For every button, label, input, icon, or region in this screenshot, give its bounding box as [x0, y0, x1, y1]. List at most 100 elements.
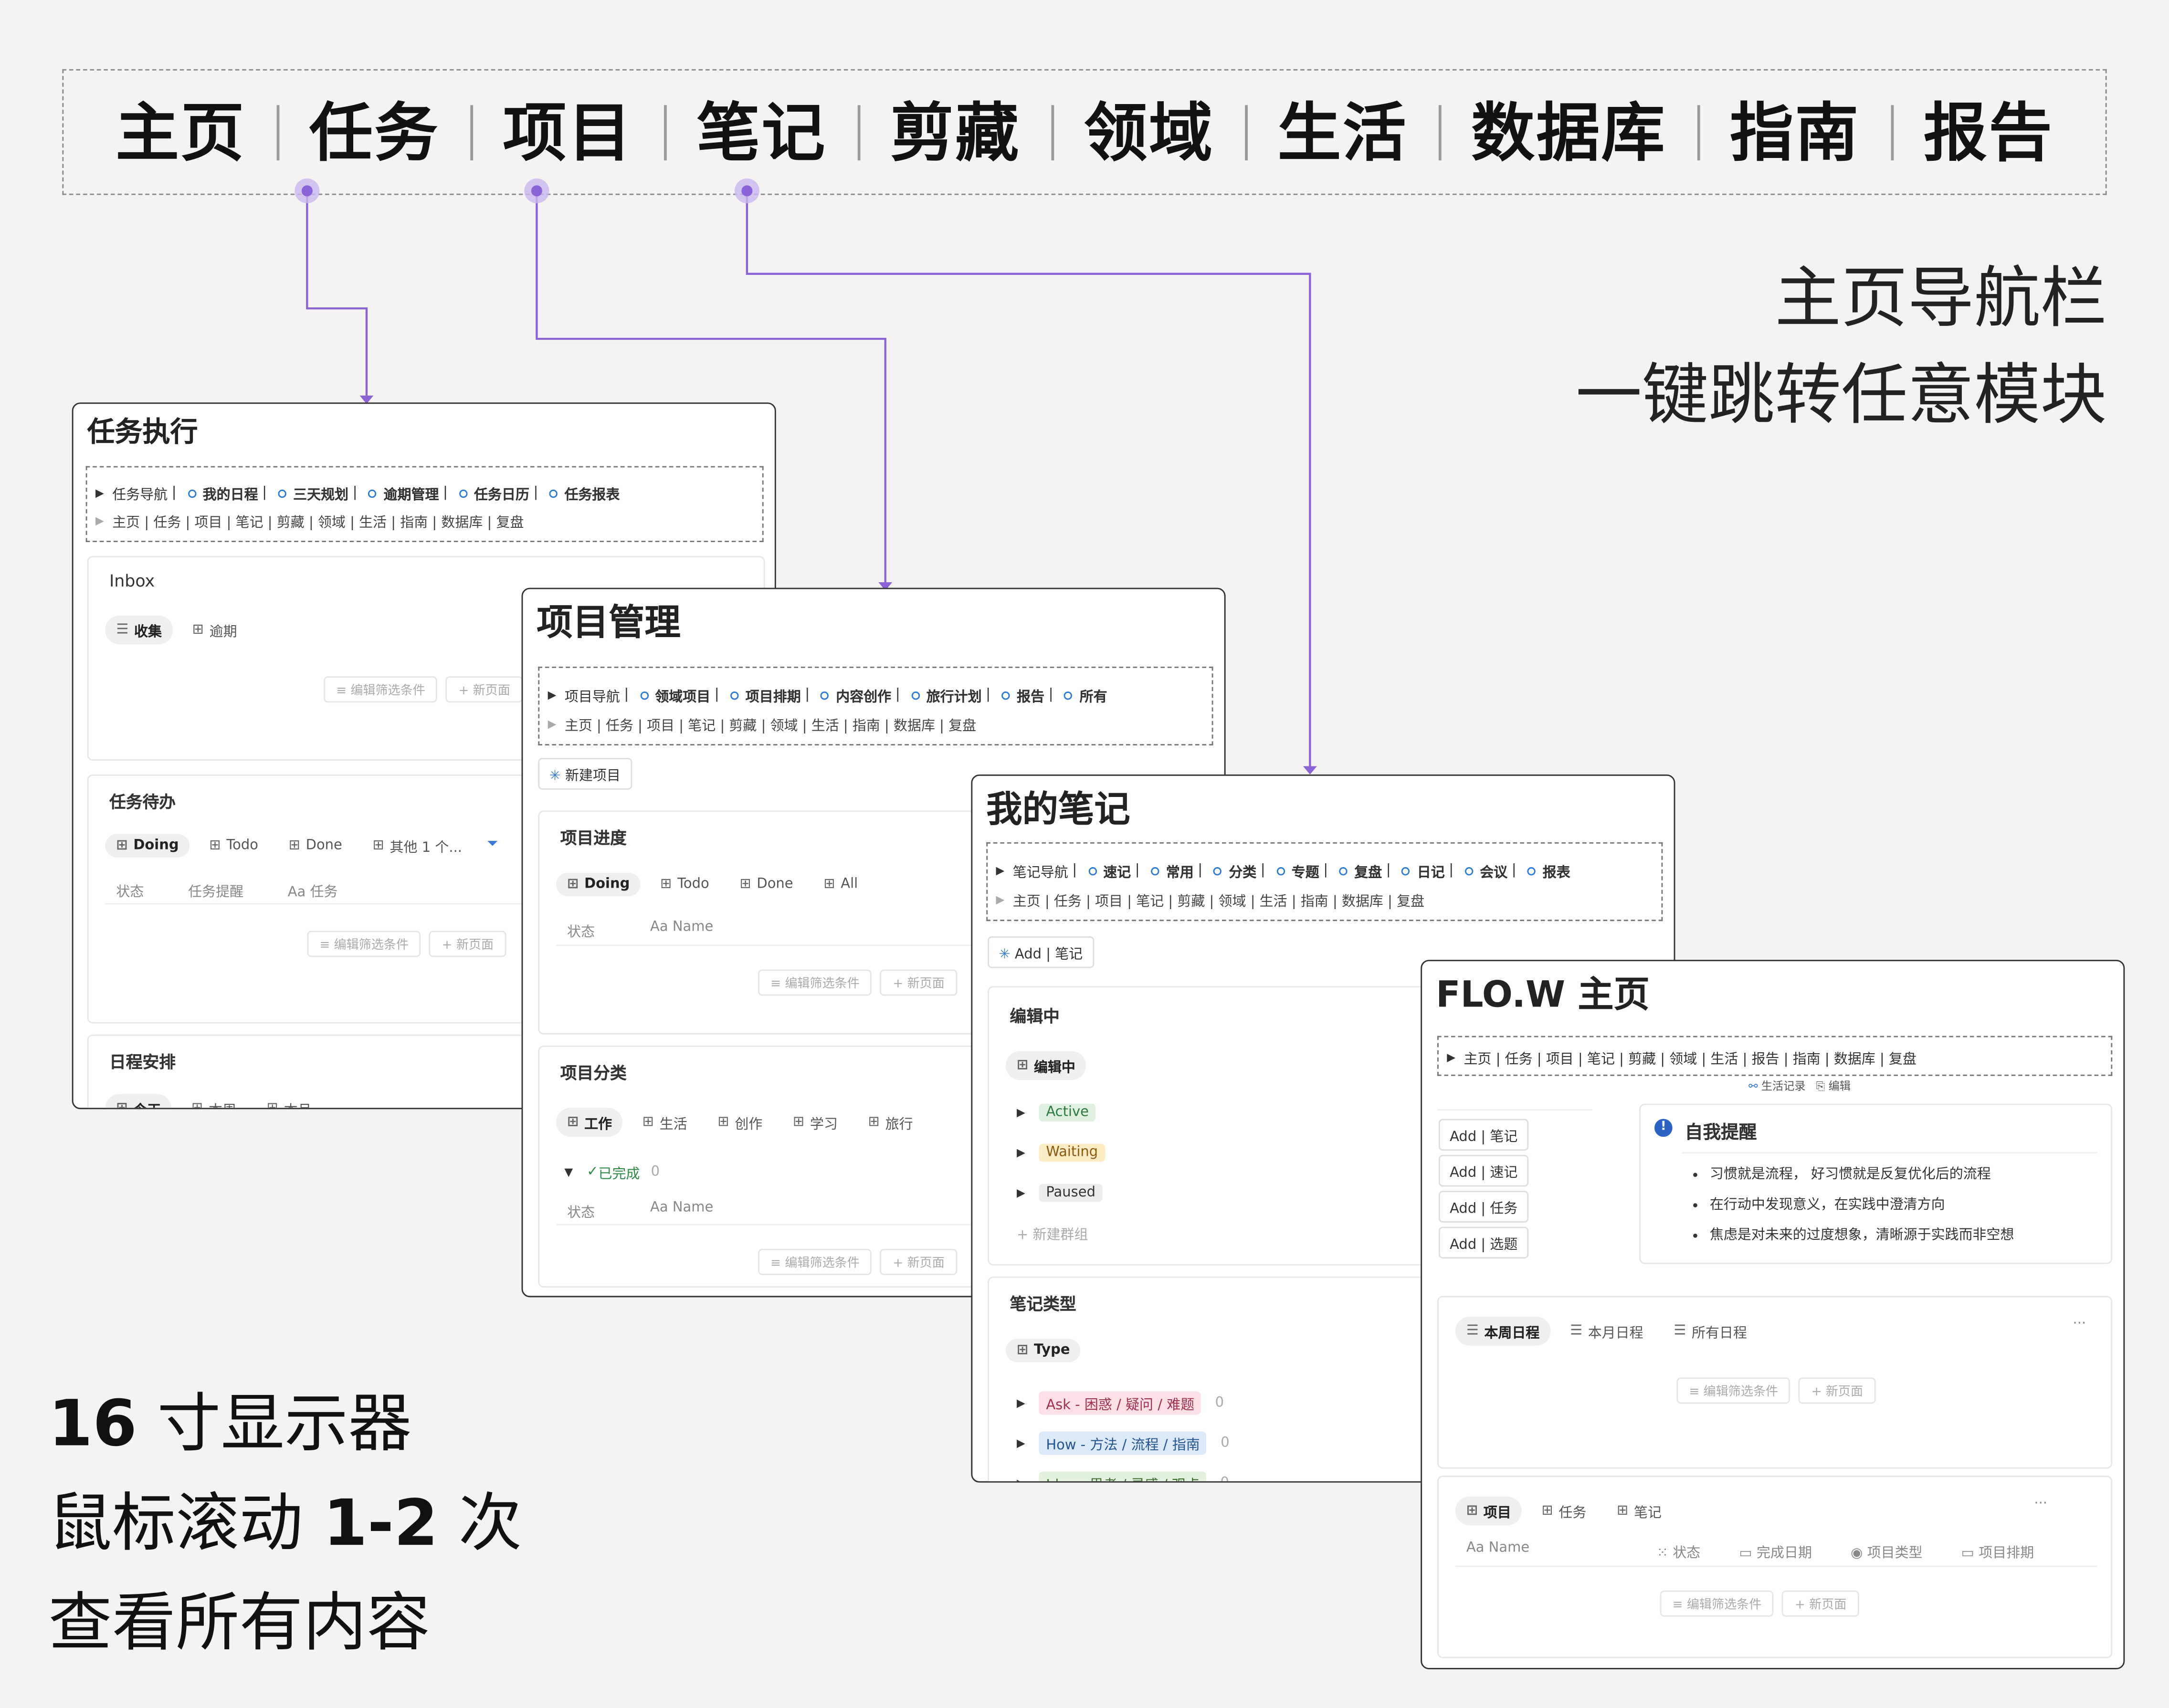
- edit-filter-button[interactable]: ≡ 编辑筛选条件: [1660, 1590, 1774, 1617]
- connector-dot: [741, 185, 753, 197]
- add-task-button[interactable]: Add | 任务: [1438, 1191, 1529, 1223]
- home-nav-links[interactable]: 主页 | 任务 | 项目 | 笔记 | 剪藏 | 领域 | 生活 | 指南 | …: [1013, 889, 1424, 910]
- circle-icon: [278, 489, 286, 497]
- tab-item[interactable]: ⊞ 本周: [180, 1094, 247, 1108]
- nav-link[interactable]: 我的日程: [203, 482, 258, 503]
- tab-item[interactable]: ⊞ 其他 1 个...: [361, 831, 473, 860]
- nav-link[interactable]: 专题: [1292, 860, 1319, 881]
- add-memo-button[interactable]: Add | 速记: [1438, 1154, 1529, 1187]
- nav-link[interactable]: 项目导航: [565, 685, 620, 705]
- tab-editing[interactable]: ⊞ 编辑中: [1005, 1051, 1087, 1080]
- nav-link[interactable]: 项目排期: [746, 685, 801, 705]
- tab-item[interactable]: ⊞ 工作: [556, 1108, 623, 1137]
- group-waiting[interactable]: ▶ Waiting: [1017, 1143, 1105, 1162]
- reminder-list: 习惯就是流程， 好习惯就是反复优化后的流程 在行动中发现意义，在实践中澄清方向 …: [1682, 1160, 2014, 1251]
- nav-link[interactable]: 三天规划: [293, 482, 348, 503]
- expand-triangle-icon[interactable]: ▶: [548, 689, 557, 701]
- more-icon[interactable]: ···: [2073, 1317, 2086, 1332]
- tab-item[interactable]: ⊞ Done: [728, 873, 804, 896]
- flow-nav-links[interactable]: 主页 | 任务 | 项目 | 笔记 | 剪藏 | 领域 | 生活 | 报告 | …: [1464, 1047, 1916, 1068]
- new-page-button[interactable]: + 新页面: [880, 1248, 957, 1275]
- nav-link[interactable]: 会议: [1480, 860, 1507, 881]
- group-how[interactable]: ▶ How - 方法 / 流程 / 指南 0: [1017, 1431, 1230, 1455]
- nav-link[interactable]: 任务日历: [474, 482, 529, 503]
- tab-item[interactable]: ⊞ 学习: [782, 1108, 849, 1137]
- separator: |: [1323, 863, 1328, 879]
- tab-item[interactable]: ⊞ Doing: [556, 872, 641, 896]
- tab-item[interactable]: ⊞ 创作: [706, 1108, 773, 1137]
- new-page-button[interactable]: + 新页面: [429, 931, 506, 957]
- nav-link[interactable]: 复盘: [1354, 860, 1382, 881]
- add-note-button[interactable]: ✳ Add | 笔记: [988, 936, 1094, 968]
- home-nav-links[interactable]: 主页 | 任务 | 项目 | 笔记 | 剪藏 | 领域 | 生活 | 指南 | …: [112, 510, 524, 531]
- nav-link[interactable]: 任务导航: [112, 482, 168, 503]
- tab-label: 学习: [810, 1117, 838, 1133]
- add-topic-button[interactable]: Add | 选题: [1438, 1226, 1529, 1259]
- tab-item[interactable]: ☰ 本月日程: [1559, 1317, 1654, 1346]
- tab-item[interactable]: ⊞ Todo: [649, 873, 720, 896]
- tab-item[interactable]: ⊞ 本月: [255, 1094, 322, 1108]
- new-page-button[interactable]: + 新页面: [880, 969, 957, 996]
- nav-link[interactable]: 领域项目: [655, 685, 710, 705]
- life-record-link[interactable]: 生活记录: [1761, 1080, 1806, 1092]
- tab-item[interactable]: ⊞ Doing: [105, 834, 190, 858]
- filter-icon[interactable]: ⏷: [487, 837, 498, 852]
- new-page-button[interactable]: + 新页面: [1799, 1377, 1876, 1404]
- nav-link[interactable]: 分类: [1229, 860, 1256, 881]
- edit-filter-button[interactable]: ≡ 编辑筛选条件: [1676, 1377, 1791, 1404]
- tab-item[interactable]: ⊞ Todo: [198, 834, 269, 857]
- nav-link[interactable]: 常用: [1166, 860, 1194, 881]
- nav-link[interactable]: 报告: [1017, 685, 1044, 705]
- nav-link[interactable]: 报表: [1543, 860, 1570, 881]
- nav-link[interactable]: 所有: [1080, 685, 1107, 705]
- separator: |: [352, 485, 358, 501]
- nav-link[interactable]: 逾期管理: [384, 482, 439, 503]
- group-paused[interactable]: ▶ Paused: [1017, 1184, 1103, 1202]
- more-icon[interactable]: ···: [2034, 1497, 2047, 1512]
- table-icon: ⊞: [823, 877, 835, 892]
- new-project-button[interactable]: ✳ 新建项目: [538, 758, 632, 790]
- new-page-button[interactable]: + 新页面: [1782, 1590, 1859, 1617]
- nav-link[interactable]: 日记: [1417, 860, 1445, 881]
- nav-link[interactable]: 内容创作: [836, 685, 891, 705]
- window-title: FLO.W 主页: [1436, 975, 1650, 1017]
- edit-filter-button[interactable]: ≡ 编辑筛选条件: [307, 931, 421, 957]
- nav-link[interactable]: 任务报表: [564, 482, 620, 503]
- nav-link[interactable]: 笔记导航: [1013, 860, 1068, 881]
- tab-item[interactable]: ⊞ 项目: [1455, 1496, 1522, 1526]
- new-group-button[interactable]: + 新建群组: [1017, 1223, 1088, 1243]
- tab-item[interactable]: ⊞ All: [812, 873, 869, 896]
- group-idea[interactable]: ▶Idea - 思考 / 灵感 / 观点 0: [1017, 1471, 1229, 1481]
- tab-item[interactable]: ⊞ 旅行: [857, 1108, 924, 1137]
- tab-item[interactable]: ⊞ 生活: [632, 1108, 698, 1137]
- info-icon: !: [1654, 1119, 1673, 1137]
- expand-triangle-icon[interactable]: ▶: [95, 487, 104, 499]
- table-icon: ⊞: [192, 622, 204, 638]
- tab-label: Todo: [677, 877, 709, 892]
- edit-filter-button[interactable]: ≡ 编辑筛选条件: [758, 1248, 872, 1275]
- tab-item[interactable]: ☰ 本周日程: [1455, 1316, 1551, 1346]
- new-page-button[interactable]: + 新页面: [446, 676, 523, 703]
- tab-item[interactable]: ⊞ 今天: [105, 1094, 172, 1108]
- edit-filter-button[interactable]: ≡ 编辑筛选条件: [324, 676, 438, 703]
- nav-link[interactable]: 速记: [1103, 860, 1131, 881]
- tab-overdue[interactable]: ⊞ 逾期: [181, 616, 248, 645]
- tab-item[interactable]: ⊞ 任务: [1530, 1497, 1597, 1526]
- tab-type[interactable]: ⊞ Type: [1005, 1339, 1081, 1362]
- tab-item[interactable]: ⊞ Done: [278, 834, 354, 857]
- group-ask[interactable]: ▶ Ask - 困惑 / 疑问 / 难题 0: [1017, 1391, 1224, 1415]
- edit-filter-button[interactable]: ≡ 编辑筛选条件: [758, 969, 872, 996]
- edit-link[interactable]: 编辑: [1829, 1080, 1851, 1092]
- tab-item[interactable]: ☰ 所有日程: [1663, 1317, 1758, 1346]
- tab-collect[interactable]: ☰ 收集: [105, 615, 173, 645]
- circle-icon: [1064, 691, 1073, 699]
- tab-item[interactable]: ⊞ 笔记: [1606, 1497, 1673, 1526]
- arrow-head: [1303, 766, 1317, 775]
- connector-dot: [301, 185, 313, 197]
- add-note-button[interactable]: Add | 笔记: [1438, 1119, 1529, 1151]
- nav-link[interactable]: 旅行计划: [927, 685, 982, 705]
- home-nav-links[interactable]: 主页 | 任务 | 项目 | 笔记 | 剪藏 | 领域 | 生活 | 指南 | …: [565, 713, 976, 734]
- expand-triangle-icon[interactable]: ▶: [996, 864, 1005, 877]
- group-done[interactable]: ▼ ✓ 已完成 0: [564, 1162, 660, 1183]
- group-active[interactable]: ▶ Active: [1017, 1103, 1096, 1122]
